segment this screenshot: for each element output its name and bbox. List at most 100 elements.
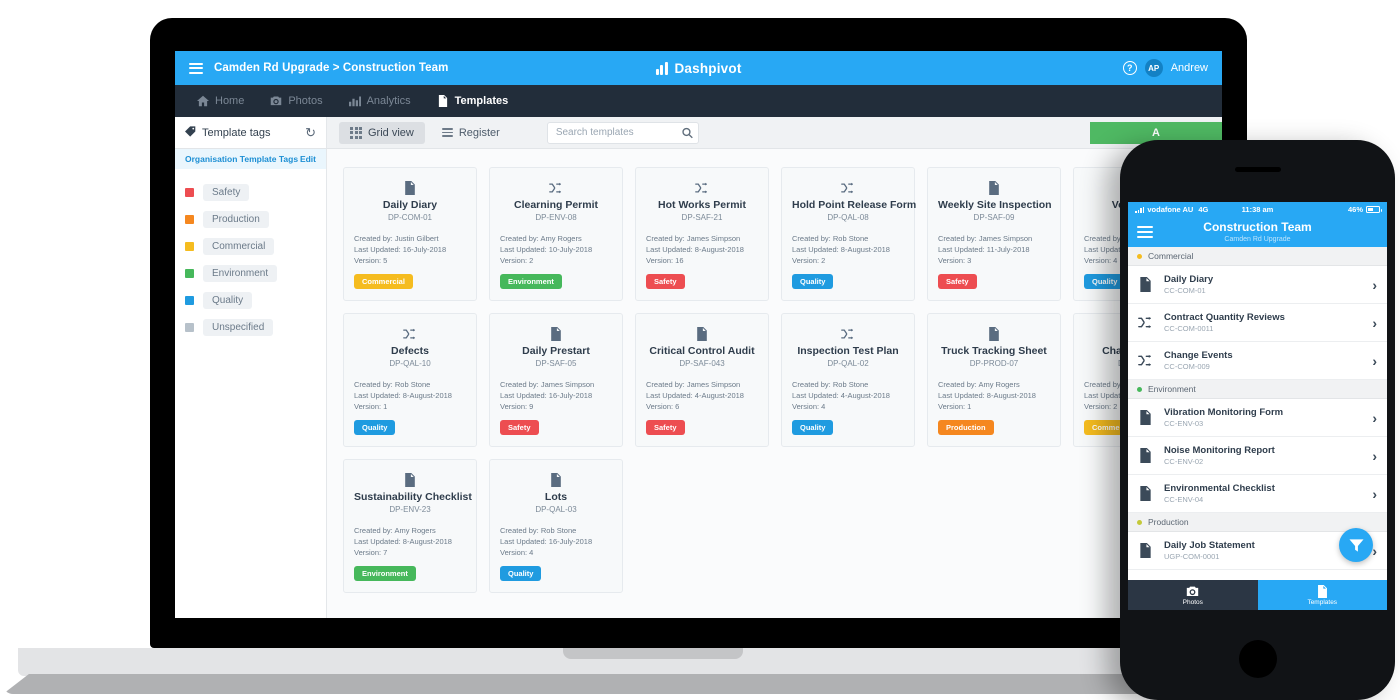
template-card-version: Version: 2 (792, 256, 904, 265)
template-card-created-by: Created by: James Simpson (646, 234, 758, 243)
brand-block: Dashpivot (655, 61, 741, 76)
undo-reset-icon[interactable]: ↻ (305, 126, 316, 139)
avatar[interactable]: AP (1145, 59, 1163, 77)
tab-photos[interactable]: Photos (1128, 580, 1258, 610)
phone-home-button[interactable] (1239, 640, 1277, 678)
template-card[interactable]: Daily DiaryDP-COM-01Created by: Justin G… (343, 167, 477, 301)
tag-filter-row[interactable]: Commercial (175, 235, 326, 258)
main-nav: Home Photos Analytics Templates (175, 85, 1222, 117)
template-card-created-by: Created by: James Simpson (646, 380, 758, 389)
edit-tags-link[interactable]: Edit (300, 154, 316, 164)
template-card[interactable]: Weekly Site InspectionDP-SAF-09Created b… (927, 167, 1061, 301)
filter-icon[interactable] (1339, 528, 1373, 562)
nav-item-home[interactable]: Home (197, 95, 244, 107)
workflow-icon (1138, 315, 1153, 330)
tab-register[interactable]: Register (431, 122, 511, 144)
phone-group-header: Environment (1128, 380, 1387, 399)
phone-list-item[interactable]: Change EventsCC-COM-009› (1128, 342, 1387, 380)
template-card-code: DP-COM-01 (354, 213, 466, 222)
phone-item-name: Daily Job Statement (1164, 540, 1361, 551)
document-icon (1316, 585, 1329, 598)
tag-color-swatch (185, 323, 194, 332)
phone-speaker (1235, 167, 1281, 172)
template-card[interactable]: Hot Works PermitDP-SAF-21Created by: Jam… (635, 167, 769, 301)
template-card[interactable]: Daily PrestartDP-SAF-05Created by: James… (489, 313, 623, 447)
template-card-last-updated: Last Updated: 16-July-2018 (354, 245, 466, 254)
tag-color-swatch (185, 296, 194, 305)
template-card-tag-badge: Commercial (354, 274, 413, 289)
template-card[interactable]: Critical Control AuditDP-SAF-043Created … (635, 313, 769, 447)
search-icon[interactable] (682, 127, 693, 138)
app-topbar: Camden Rd Upgrade > Construction Team Da… (175, 51, 1222, 85)
template-card-title: Lots (500, 491, 612, 503)
template-card-meta: Created by: James SimpsonLast Updated: 1… (500, 380, 612, 411)
tag-filter-row[interactable]: Safety (175, 181, 326, 204)
template-card-code: DP-QAL-10 (354, 359, 466, 368)
user-name[interactable]: Andrew (1171, 62, 1208, 74)
template-card-meta: Created by: James SimpsonLast Updated: 8… (646, 234, 758, 265)
tag-icon (185, 126, 196, 140)
nav-item-analytics[interactable]: Analytics (349, 95, 411, 107)
document-icon (646, 325, 758, 342)
tag-filter-row[interactable]: Production (175, 208, 326, 231)
sidebar-section-title: Organisation Template Tags (185, 154, 298, 164)
template-card-last-updated: Last Updated: 8-August-2018 (354, 391, 466, 400)
template-card[interactable]: Clearning PermitDP-ENV-08Created by: Amy… (489, 167, 623, 301)
hamburger-icon[interactable] (189, 63, 203, 74)
tag-filter-row[interactable]: Quality (175, 289, 326, 312)
tab-templates-label: Templates (1307, 599, 1337, 606)
network-label: 4G (1198, 205, 1208, 214)
question-mark-icon[interactable]: ? (1123, 61, 1137, 75)
phone-item-code: CC-ENV-04 (1164, 495, 1361, 504)
nav-item-templates[interactable]: Templates (437, 95, 509, 107)
template-card-code: DP-SAF-21 (646, 213, 758, 222)
workflow-icon (646, 179, 758, 196)
template-card-version: Version: 1 (354, 402, 466, 411)
tag-filter-label: Safety (203, 184, 249, 201)
toolbar: Template tags ↻ Grid view Register (175, 117, 1222, 149)
document-icon (500, 325, 612, 342)
phone-item-name: Environmental Checklist (1164, 483, 1361, 494)
template-card-meta: Created by: Amy RogersLast Updated: 8-Au… (938, 380, 1050, 411)
phone-list-item[interactable]: Daily DiaryCC-COM-01› (1128, 266, 1387, 304)
template-card-code: DP-QAL-08 (792, 213, 904, 222)
nav-item-photos[interactable]: Photos (270, 95, 322, 107)
tag-filter-row[interactable]: Unspecified (175, 316, 326, 339)
template-card[interactable]: Hold Point Release FormDP-QAL-08Created … (781, 167, 915, 301)
template-card[interactable]: DefectsDP-QAL-10Created by: Rob StoneLas… (343, 313, 477, 447)
template-card-tag-badge: Safety (938, 274, 977, 289)
phone-list-item[interactable]: Contract Quantity ReviewsCC-COM-0011› (1128, 304, 1387, 342)
phone-item-name: Noise Monitoring Report (1164, 445, 1361, 456)
template-card-last-updated: Last Updated: 16-July-2018 (500, 391, 612, 400)
phone-item-text: Vibration Monitoring FormCC-ENV-03 (1164, 407, 1361, 428)
tags-sidebar: Organisation Template Tags Edit Safety Pr… (175, 149, 327, 618)
phone-list-item[interactable]: Environmental ChecklistCC-ENV-04› (1128, 475, 1387, 513)
template-card-created-by: Created by: Rob Stone (792, 234, 904, 243)
template-card[interactable]: Inspection Test PlanDP-QAL-02Created by:… (781, 313, 915, 447)
tag-filter-label: Unspecified (203, 319, 273, 336)
phone-tab-bar: Photos Templates (1128, 580, 1387, 610)
tab-grid-view[interactable]: Grid view (339, 122, 425, 144)
phone-item-code: CC-ENV-03 (1164, 419, 1361, 428)
tab-templates[interactable]: Templates (1258, 580, 1388, 610)
chevron-right-icon: › (1372, 411, 1377, 425)
templates-content-area: Daily DiaryDP-COM-01Created by: Justin G… (327, 149, 1222, 618)
template-card-version: Version: 3 (938, 256, 1050, 265)
template-card[interactable]: Truck Tracking SheetDP-PROD-07Created by… (927, 313, 1061, 447)
phone-list-item[interactable]: Noise Monitoring ReportCC-ENV-02› (1128, 437, 1387, 475)
list-icon (442, 128, 453, 137)
search-input[interactable] (547, 122, 699, 144)
workflow-icon (500, 179, 612, 196)
template-card-code: DP-QAL-02 (792, 359, 904, 368)
tag-filter-row[interactable]: Environment (175, 262, 326, 285)
nav-label-photos: Photos (288, 95, 322, 107)
template-card-version: Version: 16 (646, 256, 758, 265)
phone-list-item[interactable]: Vibration Monitoring FormCC-ENV-03 › (1128, 399, 1387, 437)
laptop-base (18, 648, 1288, 676)
template-card-title: Defects (354, 345, 466, 357)
hamburger-icon[interactable] (1137, 226, 1153, 238)
template-card[interactable]: Sustainability ChecklistDP-ENV-23Created… (343, 459, 477, 593)
template-card[interactable]: LotsDP-QAL-03Created by: Rob StoneLast U… (489, 459, 623, 593)
phone-item-code: UGP-COM-0001 (1164, 552, 1361, 561)
document-icon (1138, 410, 1153, 425)
